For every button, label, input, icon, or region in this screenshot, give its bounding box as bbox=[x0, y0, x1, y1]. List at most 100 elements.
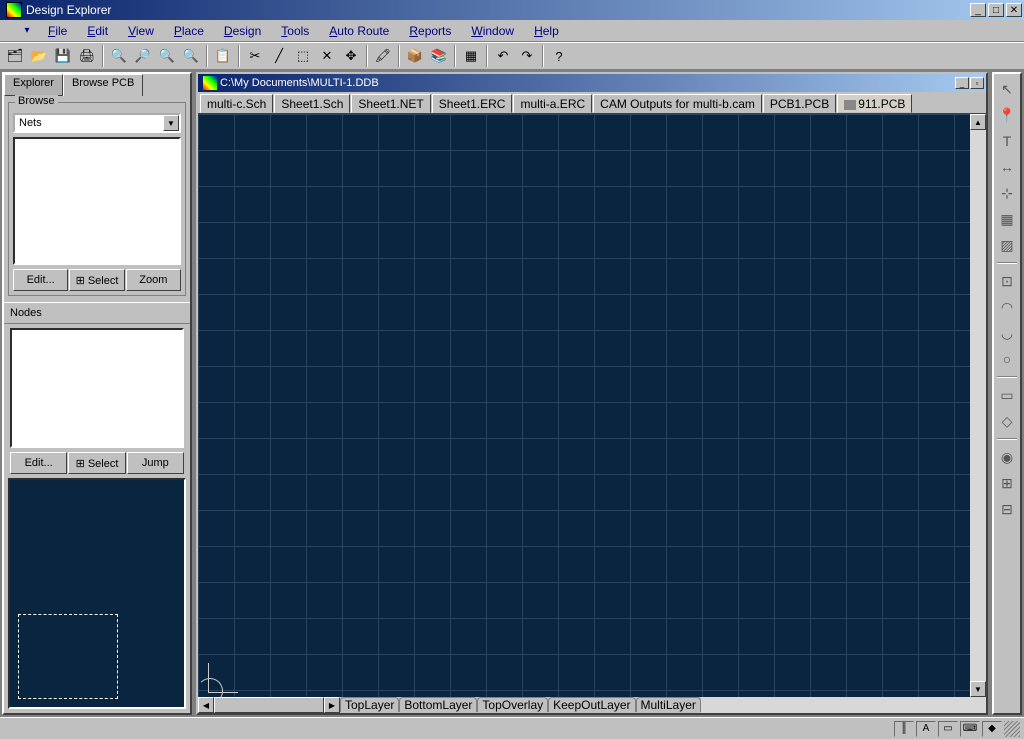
dropdown-arrow-icon[interactable]: ▼ bbox=[163, 115, 179, 131]
poly2-icon[interactable]: ◇ bbox=[996, 410, 1018, 432]
scroll-left-icon[interactable]: ◀ bbox=[198, 697, 214, 713]
undo-icon[interactable]: ↶ bbox=[492, 45, 514, 67]
pcb-canvas[interactable] bbox=[198, 114, 970, 697]
track-icon[interactable]: ⊡ bbox=[996, 270, 1018, 292]
save-icon[interactable]: 💾 bbox=[52, 45, 74, 67]
help-icon[interactable]: ? bbox=[548, 45, 570, 67]
nets-listbox[interactable] bbox=[13, 137, 181, 265]
nodes-listbox[interactable] bbox=[10, 328, 184, 448]
layer-tab-topoverlay[interactable]: TopOverlay bbox=[477, 697, 548, 712]
coord-icon[interactable]: ⊹ bbox=[996, 182, 1018, 204]
scroll-down-icon[interactable]: ▼ bbox=[970, 681, 986, 697]
open-icon[interactable]: 📂 bbox=[28, 45, 50, 67]
browse-icon[interactable]: 📋 bbox=[212, 45, 234, 67]
array-icon[interactable]: ⊟ bbox=[996, 498, 1018, 520]
edit-button-2[interactable]: Edit... bbox=[10, 452, 67, 474]
highlight-icon[interactable]: 🖍 bbox=[372, 45, 394, 67]
line-icon[interactable]: ╱ bbox=[268, 45, 290, 67]
h-scroll-thumb-area[interactable] bbox=[214, 697, 324, 713]
pin-icon[interactable]: 📍 bbox=[996, 104, 1018, 126]
menu-file[interactable]: File bbox=[38, 22, 77, 40]
doc-restore-button[interactable]: ▫ bbox=[970, 77, 984, 89]
doc-tab-2[interactable]: Sheet1.NET bbox=[351, 94, 430, 113]
scroll-up-icon[interactable]: ▲ bbox=[970, 114, 986, 130]
layer-tab-toplayer[interactable]: TopLayer bbox=[340, 697, 399, 712]
tree-icon[interactable]: 🗂 bbox=[4, 45, 26, 67]
doc-tab-7[interactable]: 911.PCB bbox=[837, 94, 912, 113]
menu-view[interactable]: View bbox=[118, 22, 164, 40]
library-icon[interactable]: 📚 bbox=[428, 45, 450, 67]
tab-browse-pcb[interactable]: Browse PCB bbox=[63, 74, 143, 96]
h-scroll-thumb[interactable] bbox=[214, 697, 324, 713]
redo-icon[interactable]: ↷ bbox=[516, 45, 538, 67]
zoom-in-icon[interactable]: 🔍 bbox=[108, 45, 130, 67]
zoom-fit-icon[interactable]: 🔍 bbox=[156, 45, 178, 67]
document-window: C:\My Documents\MULTI-1.DDB _ ▫ multi-c.… bbox=[196, 72, 988, 715]
cut-icon[interactable]: ✂ bbox=[244, 45, 266, 67]
fill-icon[interactable]: ▦ bbox=[996, 208, 1018, 230]
via-icon[interactable]: ◉ bbox=[996, 446, 1018, 468]
menu-window[interactable]: Window bbox=[461, 22, 524, 40]
status-icon-1[interactable]: A bbox=[916, 721, 936, 737]
vertical-scrollbar[interactable]: ▲ ▼ bbox=[970, 114, 986, 697]
select-button[interactable]: ⊞ Select bbox=[69, 269, 124, 291]
layer-tab-keepoutlayer[interactable]: KeepOutLayer bbox=[548, 697, 635, 712]
tab-explorer[interactable]: Explorer bbox=[4, 74, 63, 96]
jump-button[interactable]: Jump bbox=[127, 452, 184, 474]
doc-tab-1[interactable]: Sheet1.Sch bbox=[274, 94, 350, 113]
doc-tab-label: PCB1.PCB bbox=[770, 97, 829, 111]
print-icon[interactable]: 🖨 bbox=[76, 45, 98, 67]
zoom-button[interactable]: Zoom bbox=[126, 269, 181, 291]
menu-reports[interactable]: Reports bbox=[399, 22, 461, 40]
doc-tab-5[interactable]: CAM Outputs for multi-b.cam bbox=[593, 94, 762, 113]
layer-tab-multilayer[interactable]: MultiLayer bbox=[636, 697, 701, 712]
arc-icon[interactable]: ◠ bbox=[996, 296, 1018, 318]
close-button[interactable]: ✕ bbox=[1006, 3, 1022, 17]
doc-tab-3[interactable]: Sheet1.ERC bbox=[432, 94, 513, 113]
deselect-icon[interactable]: ✕ bbox=[316, 45, 338, 67]
window-title: Design Explorer bbox=[26, 3, 970, 17]
menu-auto-route[interactable]: Auto Route bbox=[319, 22, 399, 40]
arc2-icon[interactable]: ◡ bbox=[996, 322, 1018, 344]
nets-dropdown[interactable]: Nets ▼ bbox=[13, 113, 181, 133]
3d-icon[interactable]: 📦 bbox=[404, 45, 426, 67]
doc-tab-0[interactable]: multi-c.Sch bbox=[200, 94, 273, 113]
zoom-area-icon[interactable]: 🔍 bbox=[180, 45, 202, 67]
menu-tools[interactable]: Tools bbox=[271, 22, 319, 40]
menu-help[interactable]: Help bbox=[524, 22, 569, 40]
layer-tab-bottomlayer[interactable]: BottomLayer bbox=[399, 697, 477, 712]
text-icon[interactable]: T bbox=[996, 130, 1018, 152]
menu-design[interactable]: Design bbox=[214, 22, 271, 40]
dimension-icon[interactable]: ↔ bbox=[996, 156, 1018, 178]
h-scroll-track[interactable] bbox=[701, 697, 986, 713]
scroll-track[interactable] bbox=[970, 130, 986, 681]
edit-button[interactable]: Edit... bbox=[13, 269, 68, 291]
cursor-icon[interactable]: ↖ bbox=[996, 78, 1018, 100]
menu-place[interactable]: Place bbox=[164, 22, 214, 40]
doc-minimize-button[interactable]: _ bbox=[955, 77, 969, 89]
maximize-button[interactable]: □ bbox=[988, 3, 1004, 17]
grid-icon[interactable]: ▦ bbox=[460, 45, 482, 67]
comp-icon[interactable]: ⊞ bbox=[996, 472, 1018, 494]
menu-edit[interactable]: Edit bbox=[77, 22, 118, 40]
document-title: C:\My Documents\MULTI-1.DDB bbox=[220, 77, 955, 89]
poly-icon[interactable]: ▭ bbox=[996, 384, 1018, 406]
select-icon[interactable]: ⬚ bbox=[292, 45, 314, 67]
doc-tab-6[interactable]: PCB1.PCB bbox=[763, 94, 836, 113]
status-icon-0[interactable]: ║ bbox=[894, 721, 914, 737]
status-icon-3[interactable]: ⌨ bbox=[960, 721, 980, 737]
doc-tab-4[interactable]: multi-a.ERC bbox=[513, 94, 592, 113]
move-icon[interactable]: ✥ bbox=[340, 45, 362, 67]
select-button-2[interactable]: ⊞ Select bbox=[68, 452, 125, 474]
hatch-icon[interactable]: ▨ bbox=[996, 234, 1018, 256]
status-icon-4[interactable]: ◆ bbox=[982, 721, 1002, 737]
zoom-out-icon[interactable]: 🔎 bbox=[132, 45, 154, 67]
system-menu-icon[interactable]: ▾ bbox=[20, 24, 34, 38]
scroll-right-icon[interactable]: ▶ bbox=[324, 697, 340, 713]
status-icon-2[interactable]: ▭ bbox=[938, 721, 958, 737]
document-tabs: multi-c.SchSheet1.SchSheet1.NETSheet1.ER… bbox=[198, 92, 986, 114]
minimap[interactable] bbox=[8, 478, 186, 709]
circle-icon[interactable]: ○ bbox=[996, 348, 1018, 370]
resize-grip-icon[interactable] bbox=[1004, 721, 1020, 737]
minimize-button[interactable]: _ bbox=[970, 3, 986, 17]
